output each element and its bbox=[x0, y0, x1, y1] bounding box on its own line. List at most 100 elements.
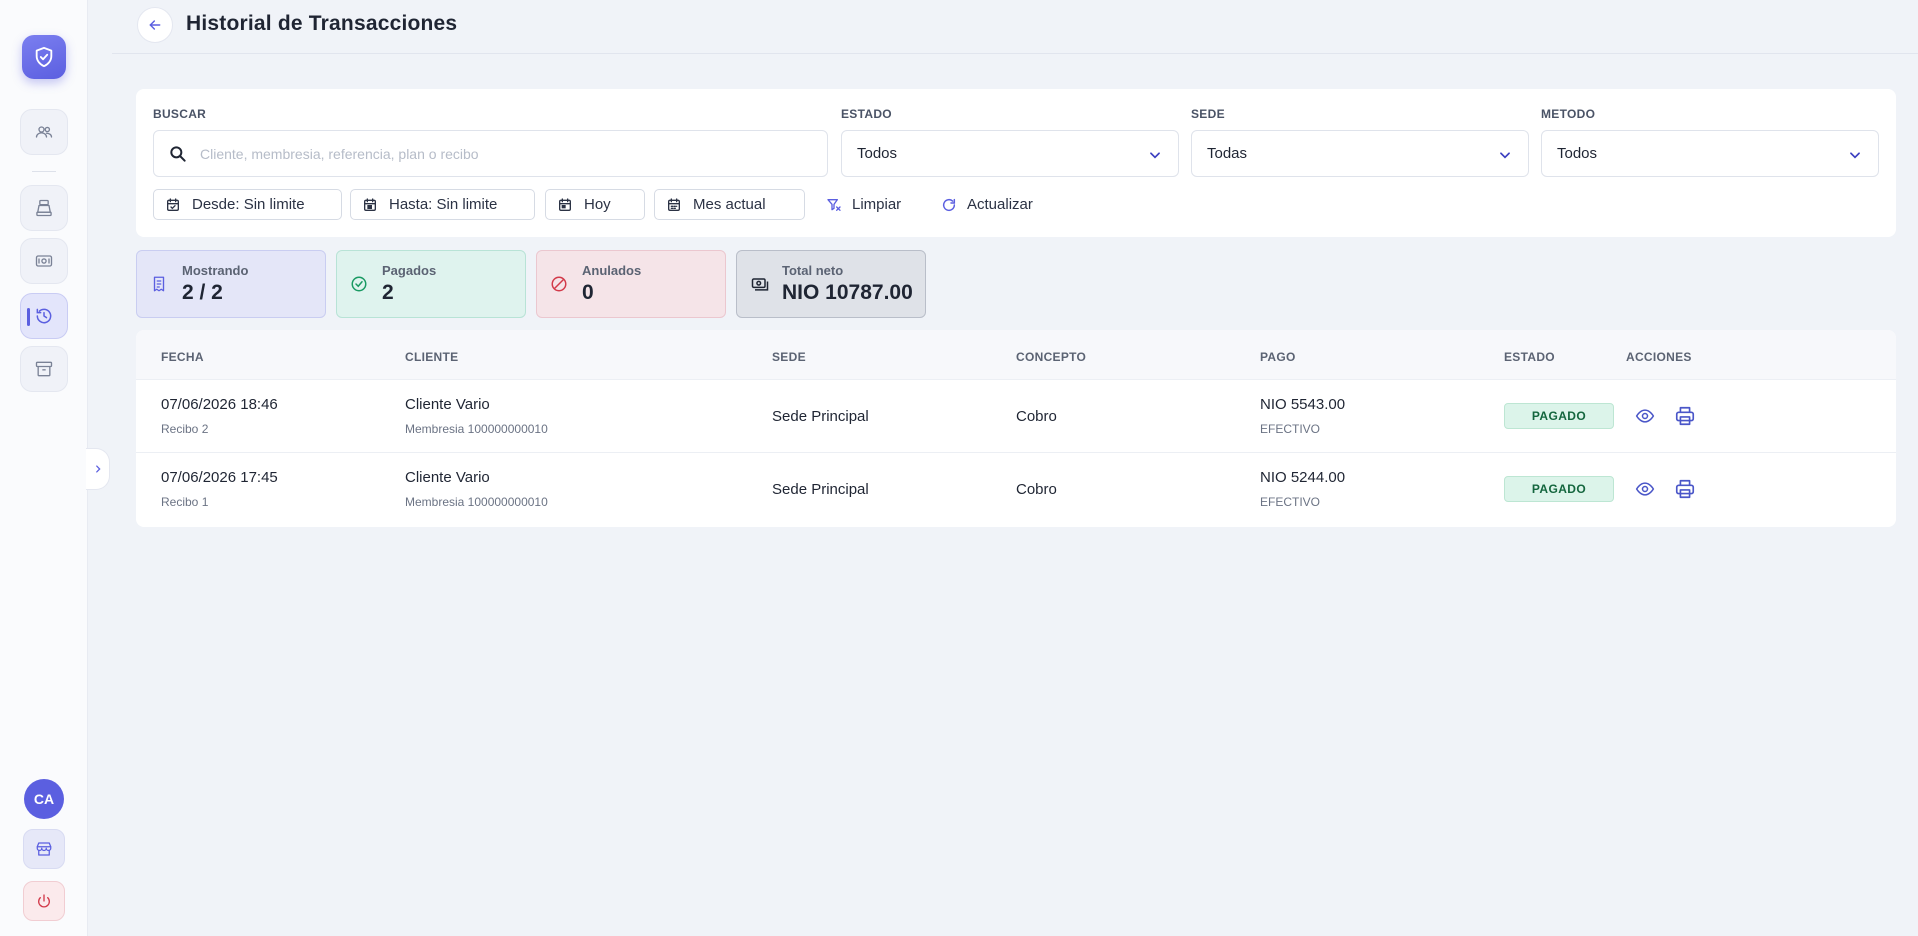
estado-value: Todos bbox=[857, 145, 898, 162]
stat-net-total-label: Total neto bbox=[782, 263, 844, 278]
row-concepto: Cobro bbox=[1016, 408, 1057, 425]
estado-label: ESTADO bbox=[841, 107, 892, 121]
calendar-icon bbox=[364, 197, 376, 211]
receipt-icon bbox=[153, 276, 165, 292]
sede-value: Todas bbox=[1207, 145, 1248, 162]
money-bill-icon bbox=[35, 255, 53, 267]
app-logo[interactable] bbox=[22, 35, 66, 79]
print-button[interactable] bbox=[1673, 405, 1697, 427]
filter-clear-icon bbox=[827, 198, 841, 211]
row-cliente: Cliente Vario bbox=[405, 396, 490, 413]
row-concepto: Cobro bbox=[1016, 481, 1057, 498]
row-metodo: EFECTIVO bbox=[1260, 422, 1321, 436]
cash-register-icon bbox=[36, 199, 52, 217]
stat-net-total: Total neto NIO 10787.00 bbox=[736, 250, 926, 318]
money-bill-icon bbox=[751, 278, 769, 291]
stat-paid-label: Pagados bbox=[382, 263, 437, 278]
stat-voided-label: Anulados bbox=[582, 263, 642, 278]
view-button[interactable] bbox=[1633, 405, 1657, 427]
sede-select[interactable]: Todas bbox=[1191, 130, 1529, 177]
arrow-left-icon bbox=[149, 20, 161, 30]
stat-showing-label: Mostrando bbox=[182, 263, 249, 278]
row-recibo: Recibo 2 bbox=[161, 422, 209, 436]
store-icon bbox=[36, 842, 52, 856]
calendar-check-icon bbox=[167, 197, 179, 211]
view-button[interactable] bbox=[1633, 478, 1657, 500]
metodo-value: Todos bbox=[1557, 145, 1598, 162]
row-sede: Sede Principal bbox=[772, 408, 869, 425]
user-avatar[interactable]: CA bbox=[24, 779, 64, 819]
clear-filters-button[interactable]: Limpiar bbox=[826, 189, 901, 220]
row-sede: Sede Principal bbox=[772, 481, 869, 498]
shield-check-icon bbox=[35, 46, 53, 68]
row-pago: NIO 5543.00 bbox=[1260, 396, 1346, 413]
th-estado: ESTADO bbox=[1504, 350, 1555, 364]
nav-divider bbox=[32, 171, 56, 172]
current-month-button[interactable]: Mes actual bbox=[654, 189, 805, 220]
page-header: Historial de Transacciones bbox=[112, 0, 1918, 54]
power-icon bbox=[38, 894, 50, 908]
status-badge: PAGADO bbox=[1504, 476, 1614, 502]
chevron-down-icon bbox=[1150, 152, 1160, 159]
store-button[interactable] bbox=[23, 829, 65, 869]
eye-icon bbox=[1635, 482, 1655, 496]
sede-label: SEDE bbox=[1191, 107, 1225, 121]
refresh-icon bbox=[942, 198, 956, 211]
estado-select[interactable]: Todos bbox=[841, 130, 1179, 177]
printer-icon bbox=[1675, 406, 1695, 426]
current-month-label: Mes actual bbox=[693, 196, 766, 213]
back-button[interactable] bbox=[137, 7, 173, 43]
date-from-label: Desde: Sin limite bbox=[192, 196, 305, 213]
stat-paid: Pagados 2 bbox=[336, 250, 526, 318]
sidebar-collapse-toggle[interactable] bbox=[86, 448, 110, 490]
today-button[interactable]: Hoy bbox=[545, 189, 645, 220]
chevron-right-icon bbox=[95, 465, 101, 473]
stat-paid-value: 2 bbox=[382, 281, 394, 304]
eye-icon bbox=[1635, 409, 1655, 423]
stat-voided-value: 0 bbox=[582, 281, 594, 304]
row-fecha: 07/06/2026 18:46 bbox=[161, 396, 278, 413]
date-to-button[interactable]: Hasta: Sin limite bbox=[350, 189, 535, 220]
th-pago: PAGO bbox=[1260, 350, 1296, 364]
th-fecha: FECHA bbox=[161, 350, 204, 364]
filters-panel: BUSCAR ESTADO Todos SEDE Todas METODO To… bbox=[136, 89, 1896, 237]
sidebar-item-payments[interactable] bbox=[20, 238, 68, 284]
metodo-label: METODO bbox=[1541, 107, 1596, 121]
row-membresia: Membresia 100000000010 bbox=[405, 422, 548, 436]
printer-icon bbox=[1675, 479, 1695, 499]
avatar-initials: CA bbox=[33, 791, 55, 807]
th-cliente: CLIENTE bbox=[405, 350, 459, 364]
refresh-label: Actualizar bbox=[967, 196, 1033, 213]
calendar-month-icon bbox=[668, 197, 680, 211]
stat-voided: Anulados 0 bbox=[536, 250, 726, 318]
row-fecha: 07/06/2026 17:45 bbox=[161, 469, 278, 486]
date-to-label: Hasta: Sin limite bbox=[389, 196, 498, 213]
history-icon bbox=[36, 308, 52, 324]
search-label: BUSCAR bbox=[153, 107, 207, 121]
sidebar-item-archive[interactable] bbox=[20, 346, 68, 392]
stat-net-total-value: NIO 10787.00 bbox=[782, 281, 913, 304]
transactions-table: FECHA CLIENTE SEDE CONCEPTO PAGO ESTADO … bbox=[136, 330, 1896, 527]
page-title: Historial de Transacciones bbox=[186, 12, 458, 35]
sidebar-item-history[interactable] bbox=[20, 293, 68, 339]
stat-showing: Mostrando 2 / 2 bbox=[136, 250, 326, 318]
refresh-button[interactable]: Actualizar bbox=[941, 189, 1033, 220]
metodo-select[interactable]: Todos bbox=[1541, 130, 1879, 177]
sidebar-item-cash-register[interactable] bbox=[20, 185, 68, 231]
table-row[interactable]: 07/06/2026 18:46 Recibo 2 Cliente Vario … bbox=[136, 380, 1896, 453]
archive-icon bbox=[35, 361, 53, 377]
logout-button[interactable] bbox=[23, 881, 65, 921]
row-cliente: Cliente Vario bbox=[405, 469, 490, 486]
print-button[interactable] bbox=[1673, 478, 1697, 500]
search-icon bbox=[170, 146, 186, 162]
sidebar-item-users[interactable] bbox=[20, 109, 68, 155]
date-from-button[interactable]: Desde: Sin limite bbox=[153, 189, 342, 220]
sidebar: CA bbox=[0, 0, 88, 936]
row-membresia: Membresia 100000000010 bbox=[405, 495, 548, 509]
search-field[interactable] bbox=[153, 130, 828, 177]
users-icon bbox=[35, 126, 53, 138]
row-metodo: EFECTIVO bbox=[1260, 495, 1321, 509]
search-input[interactable] bbox=[200, 143, 800, 165]
check-circle-icon bbox=[351, 276, 367, 292]
table-row[interactable]: 07/06/2026 17:45 Recibo 1 Cliente Vario … bbox=[136, 453, 1896, 526]
